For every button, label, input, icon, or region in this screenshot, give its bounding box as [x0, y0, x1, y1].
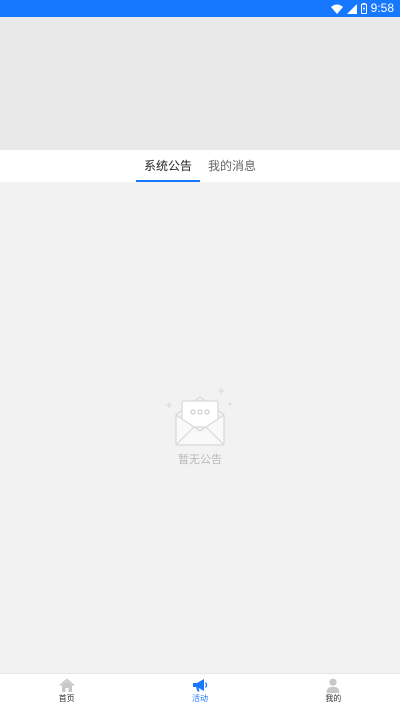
tabbar-item-home[interactable]: 首页 — [0, 674, 133, 710]
status-time: 9:58 — [370, 1, 394, 15]
empty-state: 暂无公告 — [0, 385, 400, 467]
wifi-icon — [330, 4, 343, 14]
home-icon — [59, 678, 75, 692]
signal-icon — [346, 3, 357, 14]
envelope-icon — [166, 388, 232, 446]
battery-icon — [360, 3, 367, 14]
status-icons: 9:58 — [330, 0, 394, 17]
megaphone-icon — [192, 679, 208, 692]
empty-state-text: 暂无公告 — [178, 453, 222, 466]
user-icon — [326, 678, 340, 693]
banner-area — [0, 17, 400, 150]
tabbar-label-home: 首页 — [58, 694, 75, 703]
tab-bar-top: 系统公告 我的消息 — [0, 150, 400, 182]
announcement-list: 暂无公告 — [0, 182, 400, 673]
tabbar-item-activity[interactable]: 活动 — [133, 674, 266, 710]
tab-my-messages[interactable]: 我的消息 — [200, 150, 264, 182]
tabbar-item-mine[interactable]: 我的 — [267, 674, 400, 710]
status-bar: 9:58 — [0, 0, 400, 17]
tabbar-label-mine: 我的 — [325, 694, 342, 703]
tab-system-announcements[interactable]: 系统公告 — [135, 150, 201, 182]
tabbar-label-activity: 活动 — [191, 694, 208, 703]
bottom-tab-bar: 首页 活动 我的 — [0, 673, 400, 710]
